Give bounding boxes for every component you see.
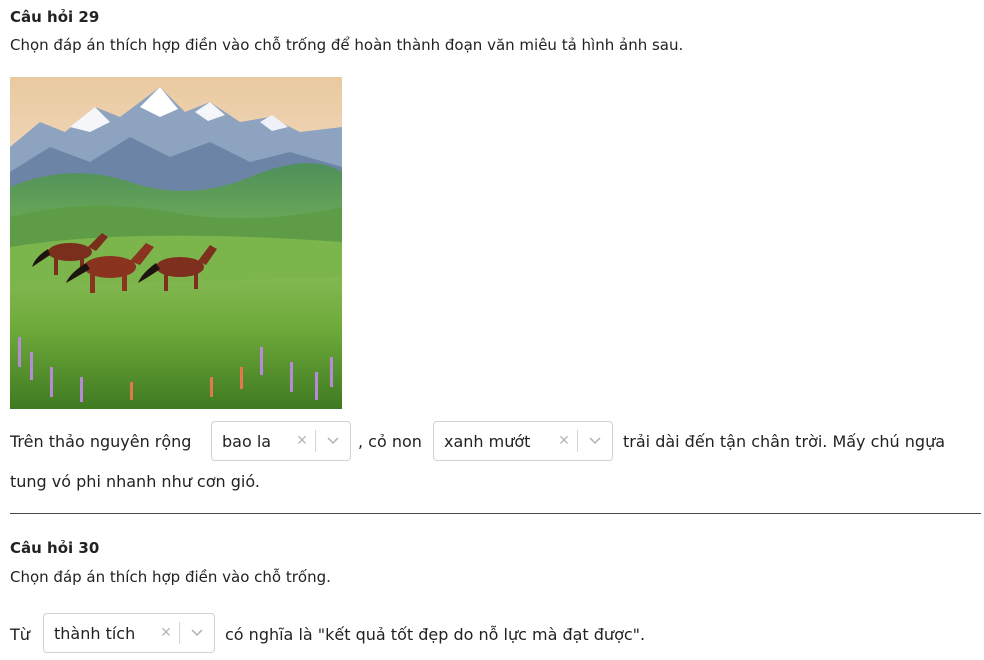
q30-text-after-blank: có nghĩa là "kết quả tốt đẹp do nỗ lực m… bbox=[225, 625, 646, 644]
q29-text-between-blanks: , cỏ non bbox=[358, 432, 422, 451]
question-30-title: Câu hỏi 30 bbox=[10, 539, 100, 557]
q29-blank-1-select[interactable]: bao la ✕ bbox=[211, 421, 351, 461]
close-icon[interactable]: ✕ bbox=[289, 433, 315, 449]
close-icon[interactable]: ✕ bbox=[153, 625, 179, 641]
q29-text-after-blank-2: trải dài đến tận chân trời. Mấy chú ngựa bbox=[623, 432, 946, 451]
question-divider bbox=[10, 513, 981, 514]
chevron-down-icon[interactable] bbox=[316, 422, 350, 460]
q29-blank-2-select[interactable]: xanh mướt ✕ bbox=[433, 421, 613, 461]
q29-text-before-blank-1: Trên thảo nguyên rộng bbox=[10, 432, 192, 451]
selected-value: xanh mướt bbox=[444, 431, 531, 451]
selected-value: thành tích bbox=[54, 623, 136, 643]
chevron-down-icon[interactable] bbox=[578, 422, 612, 460]
question-29-prompt: Chọn đáp án thích hợp điền vào chỗ trống… bbox=[10, 36, 684, 54]
question-30-prompt: Chọn đáp án thích hợp điền vào chỗ trống… bbox=[10, 568, 331, 586]
landscape-horses-image bbox=[10, 77, 342, 409]
q30-blank-select[interactable]: thành tích ✕ bbox=[43, 613, 215, 653]
q29-text-line-2: tung vó phi nhanh như cơn gió. bbox=[10, 472, 260, 491]
chevron-down-icon[interactable] bbox=[180, 614, 214, 652]
close-icon[interactable]: ✕ bbox=[551, 433, 577, 449]
question-29-title: Câu hỏi 29 bbox=[10, 8, 100, 26]
q30-text-before-blank: Từ bbox=[10, 625, 30, 644]
selected-value: bao la bbox=[222, 431, 272, 451]
